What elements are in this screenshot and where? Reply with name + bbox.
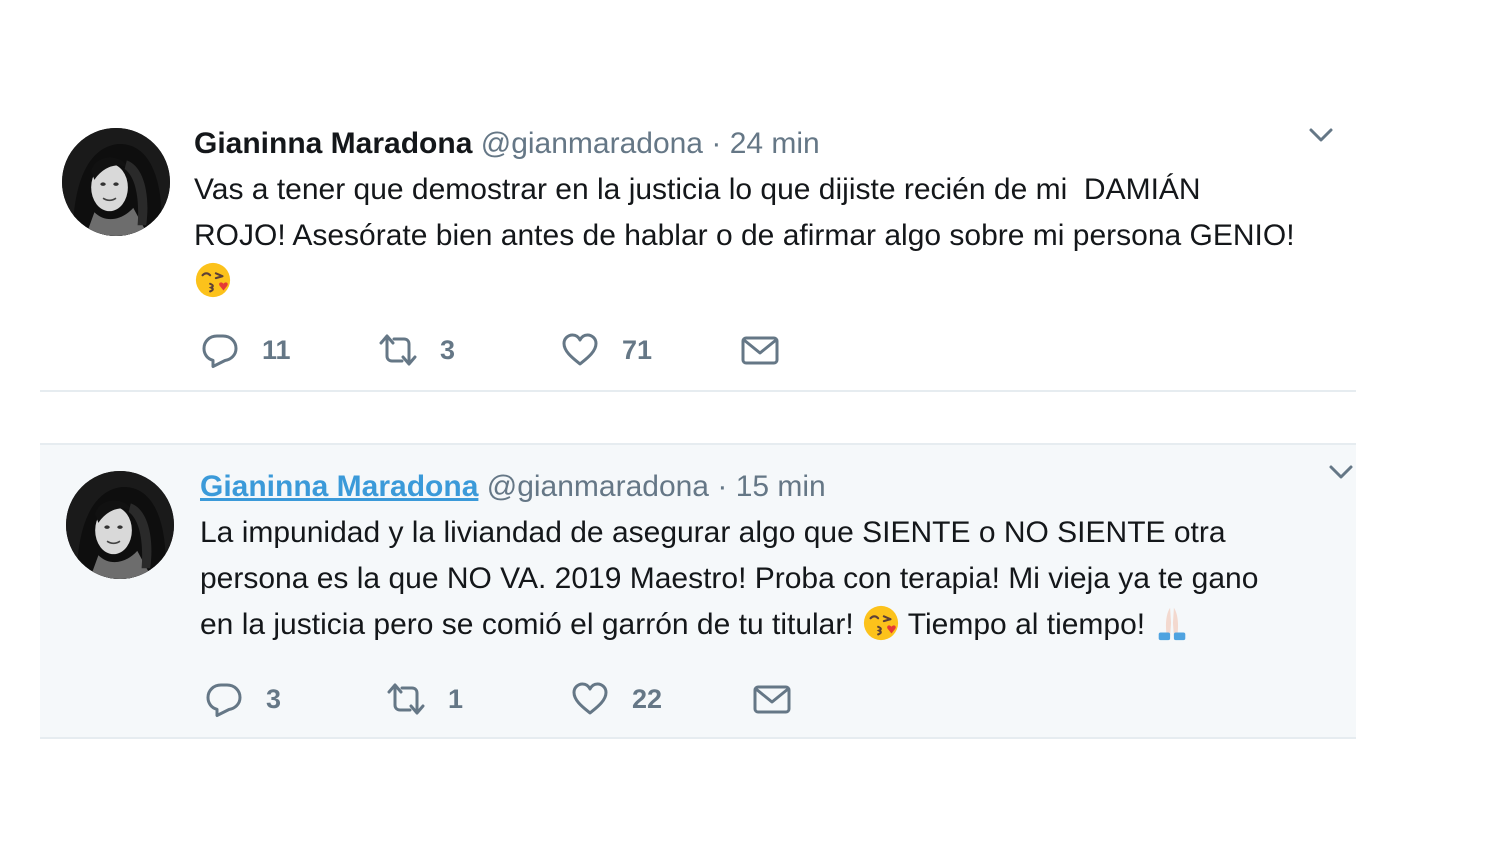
reply-button[interactable]: 11 (200, 330, 291, 370)
heart-icon (560, 330, 600, 370)
tweet[interactable]: Gianinna Maradona @gianmaradona · 24 min… (40, 108, 1356, 392)
separator: · (711, 127, 722, 160)
tweet-body: Gianinna Maradona @gianmaradona · 15 min… (200, 467, 1336, 648)
envelope-icon (752, 679, 792, 719)
reply-count: 11 (262, 334, 291, 365)
like-count: 22 (632, 683, 663, 714)
separator: · (717, 470, 728, 503)
tweet-text-line: persona es la que NO VA. 2019 Maestro! P… (200, 562, 1259, 595)
tweet-text-line: Vas a tener que demostrar en la justicia… (194, 173, 1201, 206)
chevron-down-icon[interactable] (1326, 457, 1356, 487)
chevron-down-icon[interactable] (1306, 120, 1336, 150)
reply-icon (204, 679, 244, 719)
tweet-text: Vas a tener que demostrar en la justicia… (194, 167, 1336, 305)
direct-message-button[interactable] (740, 330, 780, 370)
heart-icon (570, 679, 610, 719)
like-button[interactable]: 71 (560, 330, 652, 370)
user-handle[interactable]: @gianmaradona (481, 127, 703, 160)
tweet-text-line: ROJO! Asesórate bien antes de hablar o d… (194, 219, 1295, 252)
timestamp[interactable]: 15 min (736, 470, 826, 503)
folded-hands-emoji (1153, 604, 1191, 642)
tweet-header: Gianinna Maradona @gianmaradona · 24 min (194, 124, 1336, 164)
avatar[interactable] (66, 471, 174, 579)
reply-icon (200, 330, 240, 370)
face-blowing-kiss-emoji (862, 604, 900, 642)
user-name[interactable]: Gianinna Maradona (194, 127, 472, 160)
like-button[interactable]: 22 (570, 679, 662, 719)
avatar[interactable] (62, 128, 170, 236)
direct-message-button[interactable] (752, 679, 792, 719)
reply-button[interactable]: 3 (204, 679, 281, 719)
tweet-body: Gianinna Maradona @gianmaradona · 24 min… (194, 124, 1336, 305)
retweet-button[interactable]: 3 (378, 330, 455, 370)
tweet[interactable]: Gianinna Maradona @gianmaradona · 15 min… (40, 443, 1356, 739)
timestamp[interactable]: 24 min (730, 127, 820, 160)
tweet-text: La impunidad y la liviandad de asegurar … (200, 510, 1336, 648)
retweet-button[interactable]: 1 (386, 679, 463, 719)
reply-count: 3 (266, 683, 282, 714)
retweet-count: 1 (448, 683, 464, 714)
retweet-icon (386, 679, 426, 719)
envelope-icon (740, 330, 780, 370)
tweet-text-line: La impunidad y la liviandad de asegurar … (200, 516, 1226, 549)
retweet-count: 3 (440, 334, 456, 365)
tweet-text-line: en la justicia pero se comió el garrón d… (200, 608, 863, 641)
face-blowing-kiss-emoji (194, 261, 232, 299)
retweet-icon (378, 330, 418, 370)
tweet-header: Gianinna Maradona @gianmaradona · 15 min (200, 467, 1336, 507)
user-name[interactable]: Gianinna Maradona (200, 470, 478, 503)
tweet-text-line: Tiempo al tiempo! (900, 608, 1154, 641)
user-handle[interactable]: @gianmaradona (487, 470, 709, 503)
like-count: 71 (622, 334, 653, 365)
